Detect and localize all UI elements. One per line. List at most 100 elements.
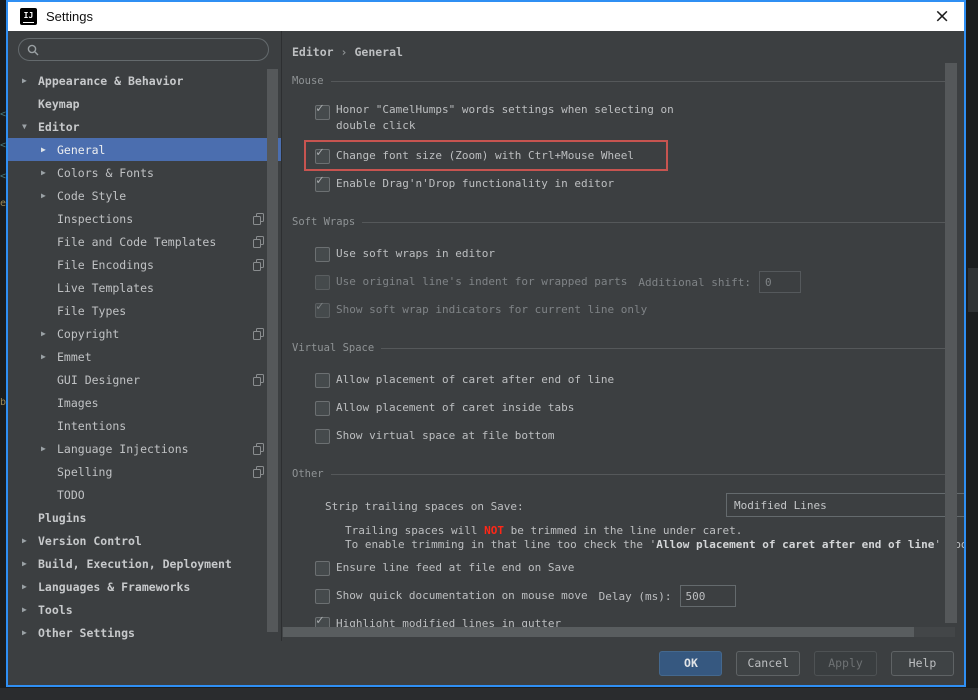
chevron-collapsed-icon[interactable]: ▶	[41, 329, 57, 338]
sidebar-item-inspections[interactable]: Inspections	[8, 207, 281, 230]
note-warning-text: NOT	[484, 524, 504, 537]
apply-button: Apply	[814, 651, 877, 676]
strip-trailing-spaces-dropdown[interactable]: Modified Lines	[726, 493, 964, 517]
sidebar-item-label: General	[57, 143, 105, 157]
settings-dialog: IJ Settings × ▶Appearance & BehaviorKeym…	[6, 0, 966, 687]
sidebar-item-tools[interactable]: ▶Tools	[8, 598, 281, 621]
chevron-collapsed-icon[interactable]: ▶	[22, 582, 38, 591]
checkbox-checked[interactable]: ✓	[315, 303, 330, 318]
checkbox-row-change-font-size-zoom-with-ctrl-mouse-wheel[interactable]: ✓ Change font size (Zoom) with Ctrl+Mouse…	[315, 142, 964, 170]
checkbox-unchecked[interactable]: ✓	[315, 589, 330, 604]
checkbox-checked[interactable]: ✓	[315, 177, 330, 192]
section-rows: Strip trailing spaces on Save:Modified L…	[292, 492, 964, 638]
sidebar-item-language-injections[interactable]: ▶Language Injections	[8, 437, 281, 460]
checkbox-row-show-virtual-space-at-file-bottom[interactable]: ✓Show virtual space at file bottom	[315, 422, 964, 450]
chevron-collapsed-icon[interactable]: ▶	[41, 191, 57, 200]
note-line-2: To enable trimming in that line too chec…	[345, 538, 964, 552]
checkbox-checked[interactable]: ✓	[315, 149, 330, 164]
chevron-collapsed-icon[interactable]: ▶	[22, 605, 38, 614]
chevron-collapsed-icon[interactable]: ▶	[41, 444, 57, 453]
sidebar-item-colors-fonts[interactable]: ▶Colors & Fonts	[8, 161, 281, 184]
sidebar-item-label: Emmet	[57, 350, 92, 364]
checkbox-row-allow-placement-of-caret-after-end-of-line[interactable]: ✓Allow placement of caret after end of l…	[315, 366, 964, 394]
title-bar: IJ Settings ×	[8, 2, 964, 31]
section-title: Other	[292, 468, 324, 480]
inline-field-input[interactable]	[759, 271, 801, 293]
checkbox-row-show-soft-wrap-indicators-for-current-line-only[interactable]: ✓ Show soft wrap indicators for current l…	[315, 296, 964, 324]
sidebar-item-general[interactable]: ▶General	[8, 138, 281, 161]
chevron-collapsed-icon[interactable]: ▶	[22, 76, 38, 85]
inline-field-input[interactable]	[680, 585, 736, 607]
window-title: Settings	[46, 9, 93, 24]
sidebar-item-code-style[interactable]: ▶Code Style	[8, 184, 281, 207]
sidebar-item-images[interactable]: Images	[8, 391, 281, 414]
checkbox-checked[interactable]: ✓	[315, 105, 330, 120]
checkbox-row-use-original-line-s-indent-for-wrapped-parts[interactable]: ✓Use original line's indent for wrapped …	[315, 268, 964, 296]
checkbox-unchecked[interactable]: ✓	[315, 373, 330, 388]
close-icon[interactable]: ×	[930, 7, 954, 26]
sidebar-item-todo[interactable]: TODO	[8, 483, 281, 506]
help-button[interactable]: Help	[891, 651, 954, 676]
modified-pages-icon	[253, 374, 264, 386]
checkbox-label: Show soft wrap indicators for current li…	[336, 302, 647, 318]
sidebar-item-build-execution-deployment[interactable]: ▶Build, Execution, Deployment	[8, 552, 281, 575]
sidebar-item-label: File Types	[57, 304, 126, 318]
section-divider	[331, 81, 950, 82]
background-artifact	[968, 268, 978, 312]
cancel-button[interactable]: Cancel	[736, 651, 800, 676]
chevron-collapsed-icon[interactable]: ▶	[41, 145, 57, 154]
dropdown-selected-value: Modified Lines	[734, 499, 827, 512]
sidebar-scrollbar-thumb[interactable]	[267, 69, 278, 632]
checkbox-unchecked[interactable]: ✓	[315, 401, 330, 416]
sidebar-item-label: Colors & Fonts	[57, 166, 154, 180]
sidebar-item-appearance-behavior[interactable]: ▶Appearance & Behavior	[8, 69, 281, 92]
chevron-collapsed-icon[interactable]: ▶	[41, 352, 57, 361]
breadcrumb-separator-icon: ›	[341, 45, 348, 59]
sidebar-item-languages-frameworks[interactable]: ▶Languages & Frameworks	[8, 575, 281, 598]
checkbox-row-show-quick-documentation-on-mouse-move[interactable]: ✓Show quick documentation on mouse moveD…	[315, 582, 964, 610]
background-bottom-strip	[0, 688, 978, 700]
sidebar-item-gui-designer[interactable]: GUI Designer	[8, 368, 281, 391]
checkbox-label: Ensure line feed at file end on Save	[336, 560, 574, 576]
checkmark-icon: ✓	[316, 299, 324, 314]
chevron-collapsed-icon[interactable]: ▶	[22, 559, 38, 568]
checkbox-row-allow-placement-of-caret-inside-tabs[interactable]: ✓Allow placement of caret inside tabs	[315, 394, 964, 422]
chevron-expanded-icon[interactable]: ▼	[22, 122, 38, 131]
sidebar-item-file-and-code-templates[interactable]: File and Code Templates	[8, 230, 281, 253]
sidebar-item-other-settings[interactable]: ▶Other Settings	[8, 621, 281, 641]
checkbox-unchecked[interactable]: ✓	[315, 429, 330, 444]
sidebar-item-keymap[interactable]: Keymap	[8, 92, 281, 115]
checkbox-row-honor-camelhumps-words-settings-when-selecting-on[interactable]: ✓Honor "CamelHumps" words settings when …	[315, 99, 964, 142]
checkbox-unchecked[interactable]: ✓	[315, 247, 330, 262]
section-divider	[331, 474, 950, 475]
intellij-logo-icon: IJ	[20, 8, 37, 25]
sidebar-item-label: Inspections	[57, 212, 133, 226]
sidebar-item-editor[interactable]: ▼Editor	[8, 115, 281, 138]
content-vertical-scrollbar-thumb[interactable]	[945, 63, 957, 623]
checkbox-row-use-soft-wraps-in-editor[interactable]: ✓Use soft wraps in editor	[315, 240, 964, 268]
checkbox-label: Change font size (Zoom) with Ctrl+Mouse …	[336, 148, 634, 164]
sidebar-item-spelling[interactable]: Spelling	[8, 460, 281, 483]
sidebar-item-plugins[interactable]: Plugins	[8, 506, 281, 529]
sidebar-item-version-control[interactable]: ▶Version Control	[8, 529, 281, 552]
content-horizontal-scrollbar[interactable]	[282, 627, 955, 637]
note-line-1: Trailing spaces will NOT be trimmed in t…	[345, 524, 964, 538]
checkbox-unchecked[interactable]: ✓	[315, 561, 330, 576]
search-box[interactable]	[18, 38, 269, 61]
sidebar-item-live-templates[interactable]: Live Templates	[8, 276, 281, 299]
ok-button[interactable]: OK	[659, 651, 722, 676]
chevron-collapsed-icon[interactable]: ▶	[22, 536, 38, 545]
search-input[interactable]	[44, 42, 260, 58]
chevron-collapsed-icon[interactable]: ▶	[41, 168, 57, 177]
sidebar-item-emmet[interactable]: ▶Emmet	[8, 345, 281, 368]
checkbox-row-enable-drag-n-drop-functionality-in-editor[interactable]: ✓Enable Drag'n'Drop functionality in edi…	[315, 170, 964, 198]
trailing-spaces-note: Trailing spaces will NOT be trimmed in t…	[315, 524, 964, 552]
sidebar-item-file-encodings[interactable]: File Encodings	[8, 253, 281, 276]
checkbox-unchecked[interactable]: ✓	[315, 275, 330, 290]
sidebar-item-file-types[interactable]: File Types	[8, 299, 281, 322]
checkbox-row-ensure-line-feed-at-file-end-on-save[interactable]: ✓ Ensure line feed at file end on Save	[315, 554, 964, 582]
sidebar-item-copyright[interactable]: ▶Copyright	[8, 322, 281, 345]
content-horizontal-scrollbar-thumb[interactable]	[283, 627, 914, 637]
chevron-collapsed-icon[interactable]: ▶	[22, 628, 38, 637]
sidebar-item-intentions[interactable]: Intentions	[8, 414, 281, 437]
